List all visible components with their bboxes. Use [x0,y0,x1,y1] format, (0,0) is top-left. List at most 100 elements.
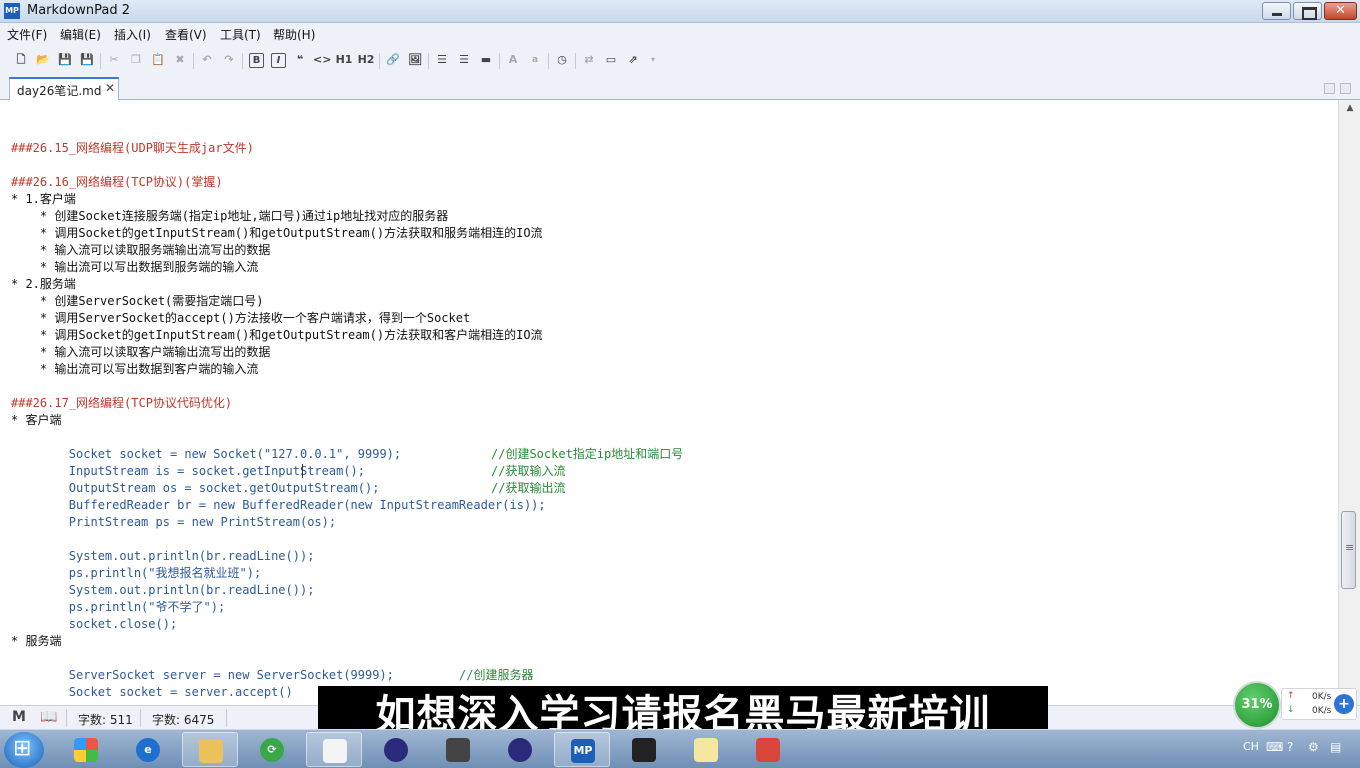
scroll-up-icon[interactable]: ▲ [1343,103,1357,113]
network-icon[interactable]: ▤ [1330,740,1341,754]
accelerate-plus-icon[interactable]: + [1334,694,1354,714]
editor-line: * 1.客户端 [11,192,76,206]
menu-tools[interactable]: 工具(T) [220,26,261,43]
code-icon[interactable]: <> [313,51,331,69]
tab-close-icon[interactable]: ✕ [105,81,115,95]
keyboard-icon[interactable]: ⌨ [1266,740,1283,754]
upload-speed: 0K/s [1312,692,1332,702]
taskbar: e ⟳ MP CH ⌨ ? ⚙ ▤ [0,729,1360,768]
download-arrow-icon: ↓ [1287,705,1295,715]
menu-view[interactable]: 查看(V) [165,26,207,43]
editor-line: * 2.服务端 [11,277,76,291]
horizontal-rule-icon[interactable]: ▬ [477,51,495,69]
editor-line: ###26.15_网络编程(UDP聊天生成jar文件) [11,141,254,155]
new-file-icon[interactable]: 🗋 [12,51,30,69]
toolbar-separator [242,53,243,69]
open-folder-icon[interactable]: 📂 [34,51,52,69]
maximize-button[interactable] [1293,2,1322,20]
editor-line: * 服务端 [11,634,62,648]
editor-line: socket.close(); [11,617,178,631]
menu-bar: 文件(F) 编辑(E) 插入(I) 查看(V) 工具(T) 帮助(H) [0,23,1360,44]
delete-icon[interactable]: ✖ [171,51,189,69]
download-speed: 0K/s [1312,706,1332,716]
tab-scroll-right-icon[interactable] [1340,83,1351,94]
notepad-icon [694,738,718,762]
toolbar-separator [428,53,429,69]
italic-icon[interactable]: I [271,53,286,68]
taskbar-app[interactable] [678,732,734,767]
copy-icon[interactable]: ❐ [127,51,145,69]
font-smaller-icon[interactable]: a [526,51,544,69]
vertical-scrollbar[interactable]: ▲ ▼ [1338,100,1360,705]
settings-icon[interactable]: ⚙ [1308,740,1319,754]
quote-icon[interactable]: ❝ [291,51,309,69]
menu-help[interactable]: 帮助(H) [273,26,315,43]
taskbar-app[interactable] [430,732,486,767]
paste-icon[interactable]: 📋 [149,51,167,69]
taskbar-app[interactable]: e [120,732,176,767]
input-language[interactable]: CH [1243,740,1259,753]
link-icon[interactable]: 🔗 [384,51,402,69]
editor-line: Socket socket = server.accept() [11,685,293,699]
redo-icon[interactable]: ↷ [220,51,238,69]
taskbar-app[interactable]: MP [554,732,610,767]
menu-insert[interactable]: 插入(I) [114,26,151,43]
book-icon[interactable]: 📖 [40,709,57,725]
h2-icon[interactable]: H2 [357,51,375,69]
toolbar-separator [548,53,549,69]
image-icon[interactable]: 🖼 [406,51,424,69]
timestamp-icon[interactable]: ◷ [553,51,571,69]
editor-line: * 创建Socket连接服务端(指定ip地址,端口号)通过ip地址找对应的服务器 [11,209,449,223]
markdown-editor[interactable]: ###26.15_网络编程(UDP聊天生成jar文件) ###26.16_网络编… [0,100,1338,705]
bold-icon[interactable]: B [249,53,264,68]
cut-icon[interactable]: ✂ [105,51,123,69]
preview-icon[interactable]: ▭ [602,51,620,69]
menu-file[interactable]: 文件(F) [7,26,47,43]
taskbar-app[interactable] [368,732,424,767]
toolbar-separator [379,53,380,69]
sync-scroll-icon[interactable]: ⇄ [580,51,598,69]
editor-line: * 调用Socket的getInputStream()和getOutputStr… [11,328,543,342]
taskbar-app[interactable] [616,732,672,767]
menu-edit[interactable]: 编辑(E) [60,26,101,43]
taskbar-app[interactable] [740,732,796,767]
taskbar-app[interactable] [182,732,238,767]
save-all-icon[interactable]: 💾 [78,51,96,69]
window-title: MarkdownPad 2 [27,3,131,18]
taskbar-app[interactable] [492,732,548,767]
taskbar-app[interactable]: ⟳ [244,732,300,767]
tab-day26[interactable]: day26笔记.md ✕ [9,77,119,100]
editor-line: * 输入流可以读取服务端输出流写出的数据 [11,243,271,257]
export-icon[interactable]: ⇗ [624,51,642,69]
taskbar-app[interactable] [306,732,362,767]
taskbar-app[interactable] [58,732,114,767]
folder-icon [199,739,223,763]
start-button[interactable] [4,732,44,768]
title-bar: MP MarkdownPad 2 ✕ [0,0,1360,23]
editor-line: ###26.17_网络编程(TCP协议代码优化) [11,396,233,410]
toolbar-overflow-icon[interactable]: ▾ [644,51,662,69]
network-usage-gauge[interactable]: 31% [1233,681,1281,729]
tab-scroll-left-icon[interactable] [1324,83,1335,94]
editor-line: * 调用Socket的getInputStream()和getOutputStr… [11,226,543,240]
numbered-list-icon[interactable]: ☰ [455,51,473,69]
save-icon[interactable]: 💾 [56,51,74,69]
editor-line: * 输出流可以写出数据到服务端的输入流 [11,260,259,274]
markdown-icon[interactable]: M [12,709,26,725]
close-button[interactable]: ✕ [1324,2,1357,20]
font-larger-icon[interactable]: A [504,51,522,69]
editor-line: * 输入流可以读取客户端输出流写出的数据 [11,345,271,359]
editor-line: * 调用ServerSocket的accept()方法接收一个客户端请求，得到一… [11,311,471,325]
editor-comment: //获取输出流 [491,481,566,495]
editor-line: PrintStream ps = new PrintStream(os); [11,515,337,529]
bullet-list-icon[interactable]: ☰ [433,51,451,69]
scrollbar-thumb[interactable] [1341,511,1356,589]
help-icon[interactable]: ? [1287,740,1293,754]
media-app-icon [74,738,98,762]
status-separator [226,709,227,727]
minimize-button[interactable] [1262,2,1291,20]
h1-icon[interactable]: H1 [335,51,353,69]
status-separator [66,709,67,727]
editor-line: BufferedReader br = new BufferedReader(n… [11,498,546,512]
undo-icon[interactable]: ↶ [198,51,216,69]
